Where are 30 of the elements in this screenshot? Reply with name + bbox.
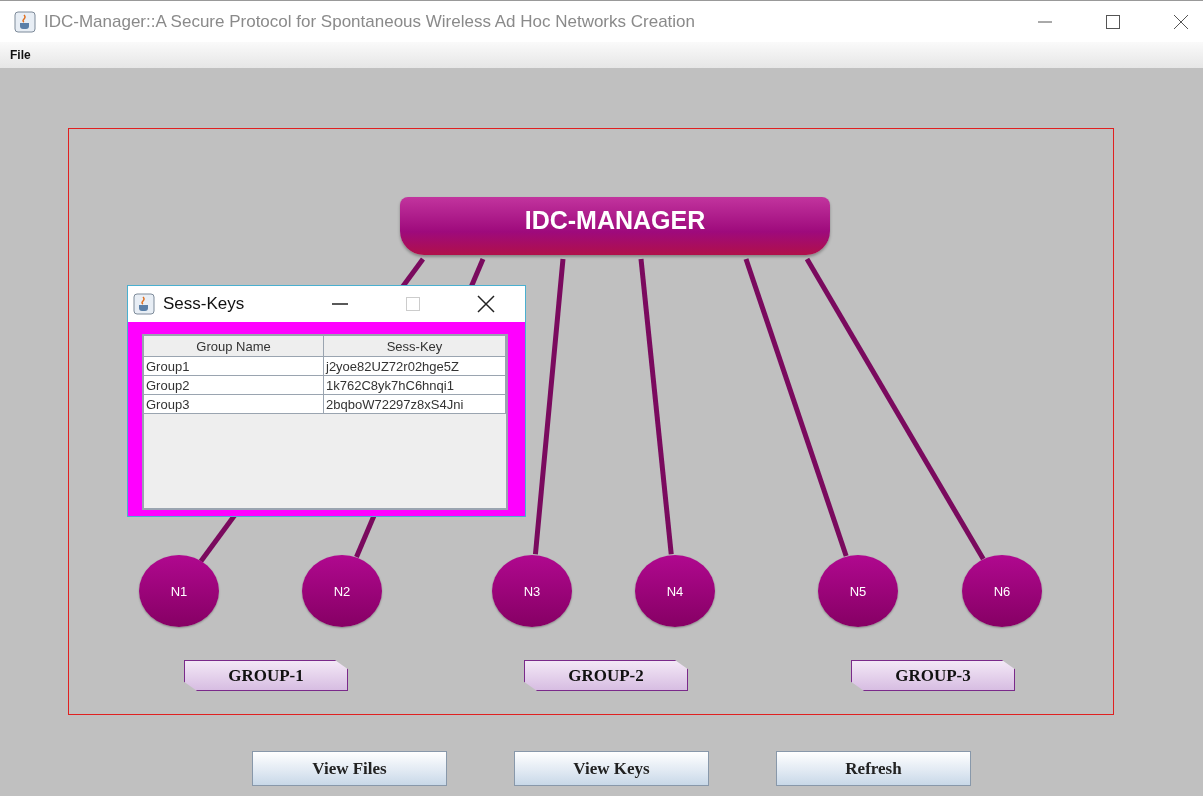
coffee-cup-icon — [133, 293, 155, 315]
close-icon[interactable] — [1173, 13, 1189, 30]
table-cell[interactable]: Group3 — [144, 395, 324, 414]
menu-item[interactable]: File — [10, 48, 31, 62]
column-header[interactable]: Group Name — [144, 336, 324, 357]
network-node: N1 — [139, 555, 219, 627]
close-icon[interactable] — [477, 295, 495, 313]
maximize-icon[interactable] — [1105, 13, 1121, 30]
group-label: GROUP-3 — [851, 660, 1015, 691]
manager-node: IDC-MANAGER — [400, 197, 830, 255]
action-button[interactable]: View Keys — [514, 751, 709, 786]
column-header[interactable]: Sess-Key — [324, 336, 506, 357]
dialog-title: Sess-Keys — [163, 294, 245, 314]
group-label: GROUP-2 — [524, 660, 688, 691]
network-node: N5 — [818, 555, 898, 627]
table-cell[interactable]: Group2 — [144, 376, 324, 395]
maximize-icon — [405, 296, 421, 312]
group-label: GROUP-1 — [184, 660, 348, 691]
table-cell[interactable]: Group1 — [144, 357, 324, 376]
coffee-cup-icon — [14, 10, 36, 33]
network-node: N4 — [635, 555, 715, 627]
table-cell[interactable]: j2yoe82UZ72r02hge5Z — [324, 357, 506, 376]
table-cell[interactable]: 1k762C8yk7hC6hnqi1 — [324, 376, 506, 395]
network-node: N2 — [302, 555, 382, 627]
action-button[interactable]: View Files — [252, 751, 447, 786]
network-node: N3 — [492, 555, 572, 627]
network-node: N6 — [962, 555, 1042, 627]
window-title: IDC-Manager::A Secure Protocol for Spontaneous Wireless Ad Hoc Networks Creation — [44, 11, 695, 32]
action-button[interactable]: Refresh — [776, 751, 971, 786]
table-cell[interactable]: 2bqboW72297z8xS4Jni — [324, 395, 506, 414]
